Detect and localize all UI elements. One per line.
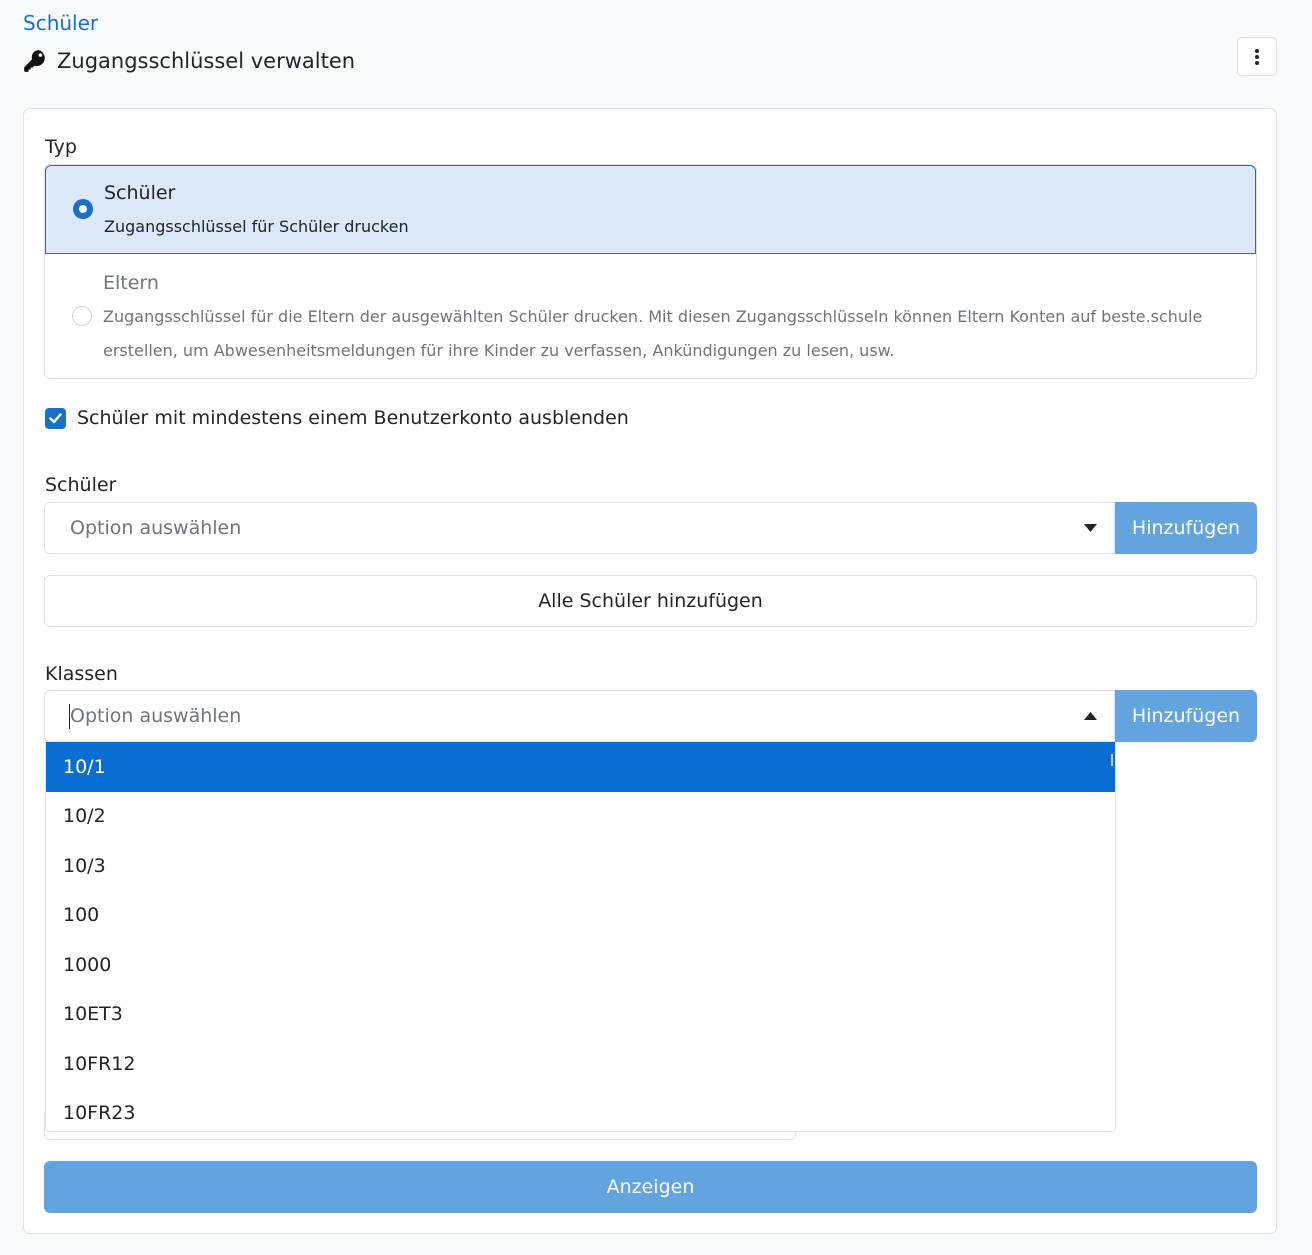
students-label: Schüler: [45, 474, 117, 496]
classes-dropdown-list: 10/1 10/2 10/3 100 1000 10ET3 10FR12 10F…: [45, 742, 1116, 1132]
check-icon: [49, 412, 62, 423]
dropdown-option[interactable]: 10FR23: [46, 1089, 1115, 1132]
radio-option-eltern[interactable]: Eltern Zugangsschlüssel für die Eltern d…: [45, 254, 1256, 378]
key-icon: [24, 50, 45, 72]
dropdown-option[interactable]: 10FR12: [46, 1039, 1115, 1089]
dropdown-option[interactable]: 100: [46, 891, 1115, 941]
radio-option-description: Zugangsschlüssel für die Eltern der ausg…: [103, 307, 1203, 360]
classes-label: Klassen: [45, 663, 118, 685]
dropdown-option[interactable]: 1000: [46, 940, 1115, 990]
add-all-students-button[interactable]: Alle Schüler hinzufügen: [44, 575, 1257, 627]
dropdown-option[interactable]: 10/1: [46, 742, 1115, 792]
classes-select[interactable]: Option auswählen: [44, 690, 1115, 742]
show-button[interactable]: Anzeigen: [44, 1161, 1257, 1213]
chevron-down-icon: [1084, 524, 1097, 532]
dropdown-scrollbar[interactable]: [1111, 754, 1113, 766]
radio-button-checked[interactable]: [73, 199, 93, 219]
dropdown-option[interactable]: 10ET3: [46, 990, 1115, 1040]
page-title: Zugangsschlüssel verwalten: [57, 49, 356, 73]
radio-option-title: Eltern: [103, 272, 159, 294]
students-select[interactable]: Option auswählen: [44, 502, 1115, 554]
radio-option-schueler[interactable]: Schüler Zugangsschlüssel für Schüler dru…: [45, 165, 1256, 254]
dropdown-option[interactable]: 10/3: [46, 841, 1115, 891]
dropdown-option[interactable]: 10/2: [46, 792, 1115, 842]
chevron-up-icon: [1084, 712, 1097, 720]
type-radio-group: Schüler Zugangsschlüssel für Schüler dru…: [44, 164, 1257, 379]
breadcrumb-link-schueler[interactable]: Schüler: [23, 11, 98, 35]
add-class-button[interactable]: Hinzufügen: [1115, 690, 1257, 742]
page-header: Zugangsschlüssel verwalten: [22, 48, 355, 74]
type-label: Typ: [45, 136, 77, 158]
more-options-button[interactable]: [1237, 37, 1277, 76]
radio-button-unchecked[interactable]: [72, 306, 92, 326]
add-student-button[interactable]: Hinzufügen: [1115, 502, 1257, 554]
hide-students-label: Schüler mit mindestens einem Benutzerkon…: [77, 407, 629, 429]
more-vertical-icon: [1255, 48, 1259, 65]
hide-students-checkbox[interactable]: [45, 407, 66, 429]
students-select-placeholder: Option auswählen: [70, 517, 242, 539]
hide-students-checkbox-row[interactable]: Schüler mit mindestens einem Benutzerkon…: [45, 407, 629, 429]
access-keys-card: Typ Schüler Zugangsschlüssel für Schüler…: [23, 108, 1277, 1234]
radio-option-title: Schüler: [104, 182, 176, 204]
radio-option-description: Zugangsschlüssel für Schüler drucken: [104, 217, 409, 236]
classes-select-placeholder: Option auswählen: [70, 705, 242, 727]
